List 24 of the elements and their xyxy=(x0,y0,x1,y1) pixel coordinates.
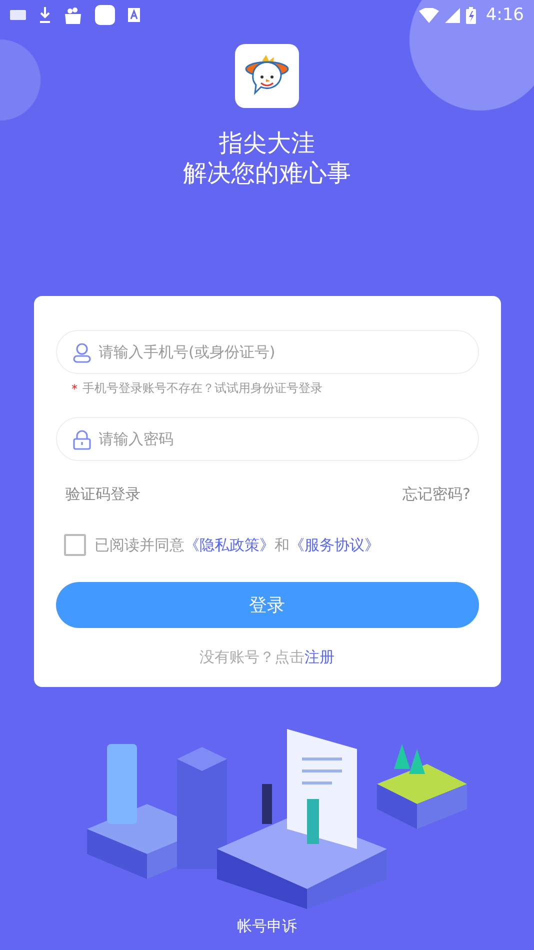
signal-icon xyxy=(444,8,460,22)
wifi-icon xyxy=(418,8,439,22)
register-prompt: 没有账号？点击注册 xyxy=(200,648,334,667)
code-login-link[interactable]: 验证码登录 xyxy=(66,485,140,504)
login-button[interactable]: 登录 xyxy=(56,582,478,628)
download-icon xyxy=(39,7,51,23)
agreement-link[interactable]: 《隐私政策》 xyxy=(184,536,274,554)
app-slogan: 解决您的难心事 xyxy=(183,158,351,188)
account-appeal-link[interactable]: 帐号申诉 xyxy=(237,917,297,936)
phone-input-field[interactable]: 请输入手机号(或身份证号) xyxy=(56,330,478,374)
password-input-field[interactable]: 请输入密码 xyxy=(56,417,478,461)
font-icon xyxy=(128,8,140,22)
agreement-link[interactable]: 《服务协议》 xyxy=(290,536,380,554)
required-mark: * xyxy=(72,382,78,396)
forgot-password-link[interactable]: 忘记密码? xyxy=(402,485,470,504)
agreement-text: 已阅读并同意《隐私政策》和《服务协议》 xyxy=(94,536,380,554)
battery-icon xyxy=(466,6,476,24)
agreement-checkbox[interactable] xyxy=(64,534,86,556)
hint-text: 手机号登录账号不存在？试试用身份证号登录 xyxy=(82,380,322,397)
app-slogan: 指尖大洼 xyxy=(219,128,315,158)
status-time: 4:16 xyxy=(486,5,524,25)
keyboard-icon xyxy=(10,10,26,20)
register-link[interactable]: 注册 xyxy=(304,648,334,666)
app-icon xyxy=(95,5,115,25)
